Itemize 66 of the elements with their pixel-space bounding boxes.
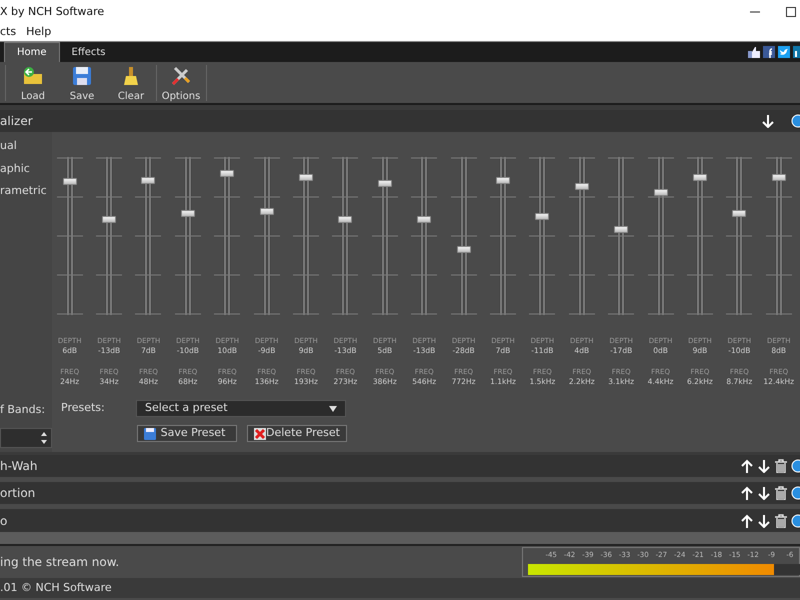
footer-text: .01 © NCH Software — [0, 580, 112, 596]
preset-button[interactable]: Delete Preset — [247, 425, 347, 442]
status-message: ing the stream now. — [0, 554, 120, 571]
slider-thumb[interactable] — [654, 189, 668, 196]
trash-icon[interactable] — [774, 486, 788, 500]
slider-thumb[interactable] — [772, 174, 786, 181]
toolbar-button[interactable]: Load — [9, 62, 57, 104]
spin-down-icon[interactable] — [38, 438, 50, 446]
toolbar-button[interactable]: Options — [157, 62, 205, 104]
section-title: alizer — [0, 113, 33, 130]
twitter-icon[interactable] — [778, 46, 790, 58]
slider-thumb[interactable] — [496, 176, 510, 184]
mode-option[interactable]: aphic — [0, 160, 52, 177]
window-title: X by NCH Software — [0, 4, 104, 20]
slider-thumb[interactable] — [299, 174, 314, 181]
mode-option[interactable]: rametric — [0, 183, 52, 200]
caret-icon — [329, 406, 337, 412]
slider-thumb[interactable] — [338, 216, 352, 224]
tab[interactable]: Home — [4, 42, 60, 62]
thumbs-up-icon[interactable] — [748, 46, 760, 58]
slider-thumb[interactable] — [62, 178, 77, 186]
toolbar-button[interactable]: Clear — [107, 62, 155, 104]
trash-icon[interactable] — [774, 514, 788, 528]
down-arrow-icon[interactable] — [757, 514, 771, 528]
tools-icon — [171, 66, 191, 86]
x-icon — [254, 428, 266, 440]
band-count-spinner[interactable] — [0, 428, 52, 448]
slider-thumb[interactable] — [220, 170, 234, 178]
slider-thumb[interactable] — [260, 208, 274, 216]
tab[interactable]: Effects — [60, 42, 118, 62]
down-arrow-icon[interactable] — [761, 114, 775, 128]
slider-thumb[interactable] — [614, 226, 628, 233]
presets-label: Presets: — [61, 400, 106, 416]
slider-thumb[interactable] — [378, 180, 392, 187]
facebook-icon[interactable] — [763, 46, 775, 58]
folder-icon — [23, 66, 43, 86]
linkedin-icon[interactable] — [793, 46, 800, 58]
menu-item[interactable]: cts — [0, 24, 16, 41]
up-arrow-icon[interactable] — [740, 459, 754, 473]
slider-thumb[interactable] — [180, 210, 195, 217]
up-arrow-icon[interactable] — [740, 486, 754, 500]
trash-icon[interactable] — [774, 459, 788, 473]
brush-icon — [121, 66, 141, 86]
slider-thumb[interactable] — [574, 183, 589, 190]
down-arrow-icon[interactable] — [757, 459, 771, 473]
toolbar-button[interactable]: Save — [58, 62, 106, 104]
slider-thumb[interactable] — [732, 210, 746, 217]
effect-title: o — [0, 512, 8, 530]
slider-thumb[interactable] — [141, 176, 156, 184]
preset-dropdown[interactable]: Select a preset — [136, 400, 346, 417]
effect-title: ortion — [0, 485, 36, 502]
slider-thumb[interactable] — [535, 213, 550, 220]
preset-button[interactable]: Save Preset — [137, 425, 237, 442]
menu-item[interactable]: Help — [26, 24, 52, 41]
mode-option[interactable]: ual — [0, 138, 52, 154]
up-arrow-icon[interactable] — [740, 514, 754, 528]
slider-thumb[interactable] — [456, 246, 471, 254]
slider-thumb[interactable] — [102, 216, 116, 224]
slider-thumb[interactable] — [692, 174, 707, 181]
slider-thumb[interactable] — [417, 216, 432, 224]
down-arrow-icon[interactable] — [757, 486, 771, 500]
dropdown-value: Select a preset — [145, 400, 228, 416]
maximize-icon[interactable] — [786, 7, 796, 17]
effect-title: h-Wah — [0, 458, 38, 475]
bands-label: f Bands: — [0, 402, 46, 418]
spin-up-icon[interactable] — [38, 430, 50, 438]
